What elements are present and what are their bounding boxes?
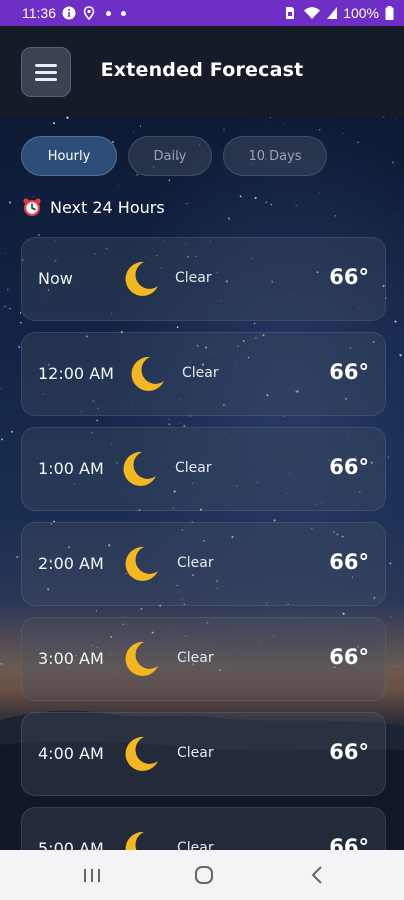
temperature: 66°	[329, 265, 369, 289]
weather-condition: Clear	[175, 270, 212, 286]
page-title: Extended Forecast	[100, 59, 304, 81]
notification-dot-icon	[121, 10, 126, 16]
crescent-moon-icon	[125, 641, 158, 676]
hour-time: 3:00 AM	[38, 649, 104, 668]
hourly-row[interactable]: 12:00 AM Clear 66°	[21, 332, 386, 416]
sim-icon	[286, 7, 295, 19]
system-navigation-bar	[0, 850, 404, 900]
hourly-row[interactable]: 4:00 AM Clear 66°	[21, 712, 386, 796]
hourly-row[interactable]: 3:00 AM Clear 66°	[21, 617, 386, 701]
back-icon[interactable]	[306, 864, 330, 886]
forecast-tabs: Hourly Daily 10 Days	[21, 136, 327, 176]
crescent-moon-icon	[131, 356, 164, 391]
hour-time: Now	[38, 269, 73, 288]
hour-time: 12:00 AM	[38, 364, 114, 383]
app-header: Extended Forecast	[0, 26, 404, 116]
hourly-row[interactable]: 1:00 AM Clear 66°	[21, 427, 386, 511]
hour-time: 1:00 AM	[38, 459, 104, 478]
weather-condition: Clear	[175, 460, 212, 476]
info-icon	[62, 6, 76, 20]
weather-condition: Clear	[177, 650, 214, 666]
crescent-moon-icon	[125, 736, 158, 771]
temperature: 66°	[329, 645, 369, 669]
hourly-row[interactable]: Now Clear 66°	[21, 237, 386, 321]
tab-daily[interactable]: Daily	[128, 136, 212, 176]
section-header: Next 24 Hours	[22, 197, 165, 217]
tab-hourly[interactable]: Hourly	[21, 136, 117, 176]
alarm-clock-icon	[23, 198, 41, 217]
notification-dot-icon	[106, 10, 111, 16]
temperature: 66°	[329, 550, 369, 574]
wifi-icon	[304, 7, 321, 19]
crescent-moon-icon	[125, 546, 158, 581]
battery-icon	[385, 6, 394, 20]
hourly-row[interactable]: 2:00 AM Clear 66°	[21, 522, 386, 606]
temperature: 66°	[329, 455, 369, 479]
signal-icon	[327, 7, 338, 19]
crescent-moon-icon	[125, 261, 158, 296]
location-icon	[83, 6, 95, 20]
temperature: 66°	[329, 360, 369, 384]
weather-condition: Clear	[177, 555, 214, 571]
battery-percent: 100%	[343, 5, 379, 21]
status-bar: 11:36 100%	[0, 0, 404, 26]
crescent-moon-icon	[123, 451, 156, 486]
status-time: 11:36	[22, 5, 56, 21]
temperature: 66°	[329, 740, 369, 764]
recent-apps-icon[interactable]	[80, 864, 104, 886]
hour-time: 4:00 AM	[38, 744, 104, 763]
home-icon[interactable]	[192, 864, 216, 886]
section-title: Next 24 Hours	[50, 197, 165, 217]
hour-time: 2:00 AM	[38, 554, 104, 573]
weather-condition: Clear	[177, 745, 214, 761]
weather-condition: Clear	[182, 365, 219, 381]
tab-10-days[interactable]: 10 Days	[223, 136, 327, 176]
